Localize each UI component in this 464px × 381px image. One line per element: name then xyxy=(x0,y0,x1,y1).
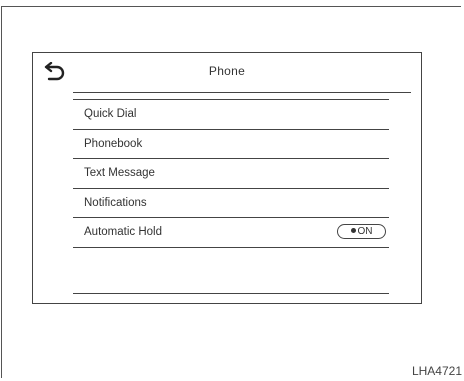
menu-item-notifications[interactable]: Notifications xyxy=(73,187,389,218)
screen-header: Phone xyxy=(33,53,421,93)
phone-settings-screen: Phone Quick Dial Phonebook Text Message … xyxy=(32,52,422,304)
menu-item-label: Phonebook xyxy=(84,137,143,150)
automatic-hold-toggle[interactable]: ON xyxy=(337,224,386,239)
menu-item-label: Text Message xyxy=(84,167,155,179)
phone-menu-list: Quick Dial Phonebook Text Message Notifi… xyxy=(73,99,389,248)
toggle-state-label: ON xyxy=(357,226,373,237)
figure-code: LHA4721 xyxy=(411,364,462,378)
menu-item-label: Notifications xyxy=(84,196,147,209)
page-title: Phone xyxy=(208,64,246,78)
menu-item-label: Automatic Hold xyxy=(84,226,162,238)
menu-item-phonebook[interactable]: Phonebook xyxy=(73,128,389,159)
menu-item-text-message[interactable]: Text Message xyxy=(73,158,389,188)
toggle-indicator-icon xyxy=(350,228,356,233)
list-divider xyxy=(73,246,389,248)
header-divider xyxy=(73,92,411,93)
empty-row-divider xyxy=(73,293,389,294)
menu-item-quick-dial[interactable]: Quick Dial xyxy=(73,99,389,129)
menu-item-automatic-hold[interactable]: Automatic Hold ON xyxy=(73,217,389,247)
menu-item-label: Quick Dial xyxy=(84,108,137,120)
